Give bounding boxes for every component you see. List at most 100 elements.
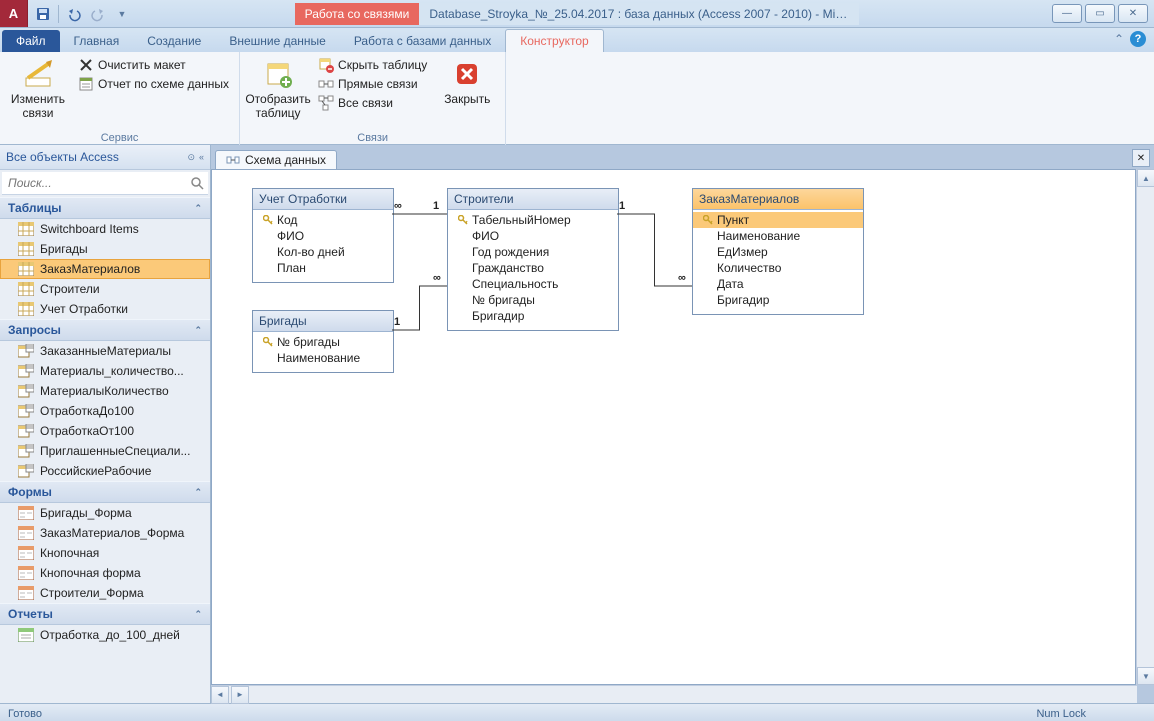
table-icon bbox=[18, 302, 34, 316]
direct-relationships-button[interactable]: Прямые связи bbox=[314, 75, 431, 93]
nav-item[interactable]: Строители bbox=[0, 279, 210, 299]
scroll-right-button[interactable]: ► bbox=[231, 686, 249, 704]
nav-item[interactable]: МатериалыКоличество bbox=[0, 381, 210, 401]
table-field[interactable]: ФИО bbox=[253, 228, 393, 244]
minimize-button[interactable]: — bbox=[1052, 4, 1082, 23]
nav-item[interactable]: Кнопочная bbox=[0, 543, 210, 563]
table-field[interactable]: № бригады bbox=[448, 292, 618, 308]
table-field[interactable]: Дата bbox=[693, 276, 863, 292]
table-box[interactable]: ЗаказМатериалов ПунктНаименованиеЕдИзмерК… bbox=[692, 188, 864, 315]
tab-create[interactable]: Создание bbox=[133, 30, 215, 52]
table-header[interactable]: Строители bbox=[448, 189, 618, 210]
tab-design[interactable]: Конструктор bbox=[505, 29, 603, 52]
vertical-scrollbar[interactable]: ▲ ▼ bbox=[1136, 169, 1154, 685]
help-icon[interactable]: ? bbox=[1130, 31, 1146, 47]
key-icon bbox=[703, 247, 713, 257]
nav-group-header[interactable]: Формы⌃ bbox=[0, 481, 210, 503]
table-header[interactable]: Бригады bbox=[253, 311, 393, 332]
clear-layout-button[interactable]: Очистить макет bbox=[74, 56, 233, 74]
nav-item[interactable]: ОтработкаДо100 bbox=[0, 401, 210, 421]
table-field[interactable]: Количество bbox=[693, 260, 863, 276]
nav-pane-header[interactable]: Все объекты Access ⊙« bbox=[0, 145, 210, 170]
key-icon bbox=[703, 215, 713, 225]
scroll-down-button[interactable]: ▼ bbox=[1137, 667, 1154, 685]
save-icon[interactable] bbox=[32, 3, 54, 25]
show-table-button[interactable]: Отобразить таблицу bbox=[246, 56, 310, 122]
ribbon: Изменить связи Очистить макет Отчет по с… bbox=[0, 52, 1154, 145]
nav-item[interactable]: РоссийскиеРабочие bbox=[0, 461, 210, 481]
nav-item[interactable]: ЗаказМатериалов_Форма bbox=[0, 523, 210, 543]
tab-external-data[interactable]: Внешние данные bbox=[215, 30, 340, 52]
table-header[interactable]: ЗаказМатериалов bbox=[693, 189, 863, 210]
nav-search-input[interactable] bbox=[6, 175, 190, 191]
nav-search[interactable] bbox=[2, 172, 208, 195]
close-button[interactable]: Закрыть bbox=[435, 56, 499, 108]
quick-access-toolbar: ▼ bbox=[28, 3, 137, 25]
nav-group-header[interactable]: Отчеты⌃ bbox=[0, 603, 210, 625]
table-header[interactable]: Учет Отработки bbox=[253, 189, 393, 210]
report-icon bbox=[18, 628, 34, 642]
table-field[interactable]: Специальность bbox=[448, 276, 618, 292]
nav-item[interactable]: Материалы_количество... bbox=[0, 361, 210, 381]
nav-item[interactable]: ПриглашенныеСпециали... bbox=[0, 441, 210, 461]
contextual-tab-label: Работа со связями bbox=[295, 3, 420, 25]
table-box[interactable]: Строители ТабельныйНомерФИОГод рожденияГр… bbox=[447, 188, 619, 331]
table-box[interactable]: Бригады № бригадыНаименование bbox=[252, 310, 394, 373]
nav-item[interactable]: Учет Отработки bbox=[0, 299, 210, 319]
table-field[interactable]: План bbox=[253, 260, 393, 276]
nav-item[interactable]: ЗаказанныеМатериалы bbox=[0, 341, 210, 361]
document-close-button[interactable]: ✕ bbox=[1132, 149, 1150, 167]
relationships-canvas[interactable]: Учет ОтработкиКодФИОКол-во днейПланСтрои… bbox=[211, 169, 1136, 685]
tab-database-tools[interactable]: Работа с базами данных bbox=[340, 30, 505, 52]
status-bar: Готово Num Lock bbox=[0, 703, 1154, 721]
hide-table-button[interactable]: Скрыть таблицу bbox=[314, 56, 431, 74]
qat-dropdown-icon[interactable]: ▼ bbox=[111, 3, 133, 25]
scroll-up-button[interactable]: ▲ bbox=[1137, 169, 1154, 187]
table-field[interactable]: Пункт bbox=[693, 212, 863, 228]
table-field[interactable]: ЕдИзмер bbox=[693, 244, 863, 260]
table-field[interactable]: Гражданство bbox=[448, 260, 618, 276]
table-field[interactable]: № бригады bbox=[253, 334, 393, 350]
search-icon[interactable] bbox=[190, 176, 204, 190]
table-field[interactable]: Бригадир bbox=[693, 292, 863, 308]
table-field[interactable]: Бригадир bbox=[448, 308, 618, 324]
undo-icon[interactable] bbox=[63, 3, 85, 25]
relationship-report-button[interactable]: Отчет по схеме данных bbox=[74, 75, 233, 93]
nav-item[interactable]: Отработка_до_100_дней bbox=[0, 625, 210, 645]
nav-item[interactable]: Строители_Форма bbox=[0, 583, 210, 603]
all-relationships-button[interactable]: Все связи bbox=[314, 94, 431, 112]
close-window-button[interactable]: ✕ bbox=[1118, 4, 1148, 23]
relation-cardinality: 1 bbox=[619, 200, 625, 212]
nav-group-header[interactable]: Таблицы⌃ bbox=[0, 197, 210, 219]
table-field[interactable]: Наименование bbox=[253, 350, 393, 366]
table-field[interactable]: Год рождения bbox=[448, 244, 618, 260]
table-field[interactable]: ТабельныйНомер bbox=[448, 212, 618, 228]
document-tab[interactable]: Схема данных bbox=[215, 150, 337, 169]
maximize-button[interactable]: ▭ bbox=[1085, 4, 1115, 23]
nav-item[interactable]: ОтработкаОт100 bbox=[0, 421, 210, 441]
table-field[interactable]: ФИО bbox=[448, 228, 618, 244]
query-icon bbox=[18, 364, 34, 378]
tab-file[interactable]: Файл bbox=[2, 30, 60, 52]
nav-group-header[interactable]: Запросы⌃ bbox=[0, 319, 210, 341]
table-field[interactable]: Наименование bbox=[693, 228, 863, 244]
key-icon bbox=[263, 247, 273, 257]
horizontal-scrollbar[interactable]: ◄ ► bbox=[211, 685, 1137, 703]
nav-dropdown-icon[interactable]: ⊙ bbox=[187, 152, 195, 163]
ribbon-collapse-icon[interactable]: ⌃ bbox=[1114, 32, 1124, 46]
edit-relationships-button[interactable]: Изменить связи bbox=[6, 56, 70, 122]
query-icon bbox=[18, 404, 34, 418]
scroll-left-button[interactable]: ◄ bbox=[211, 686, 229, 704]
table-box[interactable]: Учет Отработки КодФИОКол-во днейПлан bbox=[252, 188, 394, 283]
nav-item[interactable]: Бригады bbox=[0, 239, 210, 259]
redo-icon[interactable] bbox=[87, 3, 109, 25]
nav-collapse-icon[interactable]: « bbox=[199, 152, 204, 162]
table-field[interactable]: Кол-во дней bbox=[253, 244, 393, 260]
table-field[interactable]: Код bbox=[253, 212, 393, 228]
nav-item[interactable]: Switchboard Items bbox=[0, 219, 210, 239]
table-icon bbox=[18, 242, 34, 256]
nav-item[interactable]: Кнопочная форма bbox=[0, 563, 210, 583]
tab-home[interactable]: Главная bbox=[60, 30, 134, 52]
nav-item[interactable]: Бригады_Форма bbox=[0, 503, 210, 523]
nav-item[interactable]: ЗаказМатериалов bbox=[0, 259, 210, 279]
